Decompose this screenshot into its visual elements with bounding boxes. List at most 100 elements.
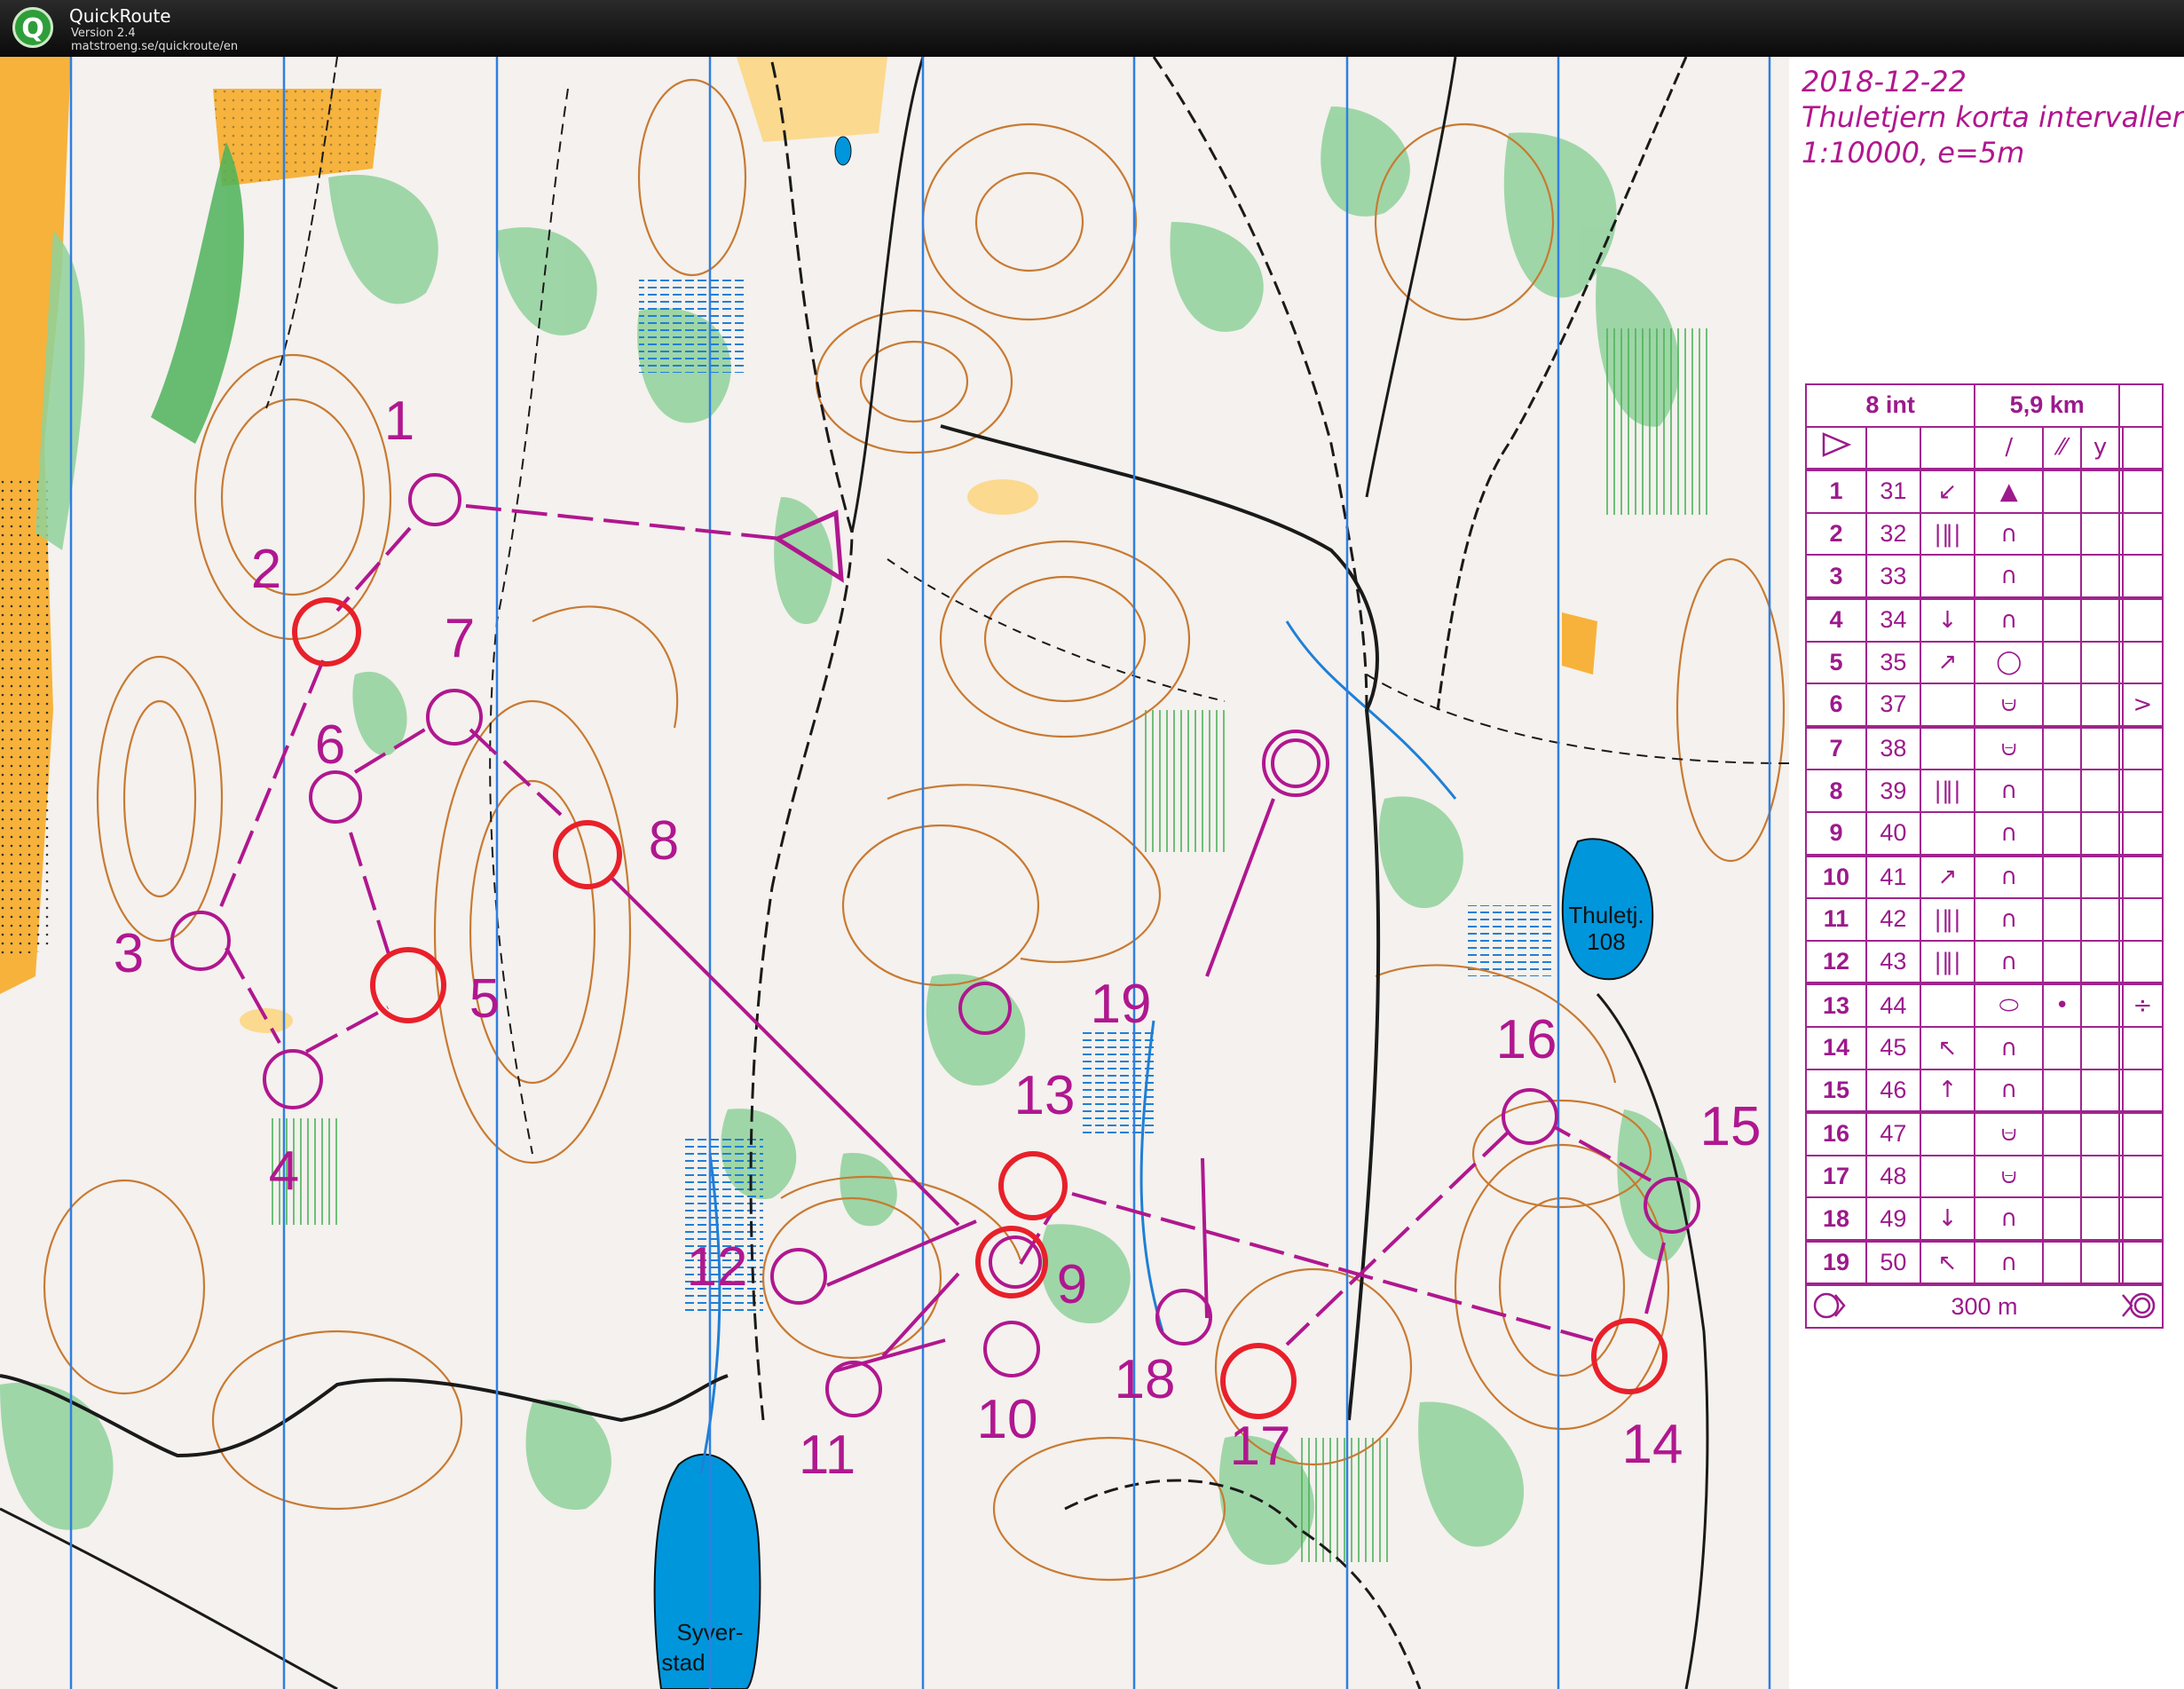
control-number-9: 9: [1057, 1254, 1087, 1315]
control-row: 3 33 ∩: [1804, 554, 2164, 599]
control-number-19: 19: [1091, 974, 1152, 1035]
path-icon: /: [1974, 425, 2045, 471]
control-code: 38: [1865, 724, 1921, 771]
map-background: [0, 57, 1789, 1689]
orienteering-map[interactable]: Thuletj. 108 Syver- stad 1 2 3 4 5 6 7 8…: [0, 57, 1789, 1689]
control-number-16: 16: [1496, 1009, 1557, 1070]
control-row: 9 40 ∩: [1804, 810, 2164, 856]
control-num: 9: [1804, 810, 1868, 856]
appearance-symbol: [2042, 1238, 2083, 1286]
control-number-11: 11: [799, 1425, 855, 1486]
location-symbol: [2121, 1238, 2164, 1286]
location-symbol: [2121, 769, 2164, 813]
control-num: 11: [1804, 897, 1868, 942]
appearance-symbol: •: [2042, 982, 2083, 1028]
location-symbol: [2121, 810, 2164, 856]
location-symbol: [2121, 1110, 2164, 1156]
control-number-18: 18: [1115, 1349, 1176, 1410]
appearance-symbol: [2042, 554, 2083, 599]
control-row: 8 39 |‖| ∩: [1804, 769, 2164, 813]
control-code: 49: [1865, 1196, 1921, 1242]
control-rows: 1 31 ↙ ▲ 2 32 |‖| ∩ 3 33 ∩ 4 34 ↓ ∩ 5 35 ↗ ◯ 6 37 ⩁ >7 38 ⩁ 8 39 |‖…: [1804, 468, 2164, 1286]
which-feature-symbol: ↙: [1919, 468, 1976, 514]
control-num: 18: [1804, 1196, 1868, 1242]
control-code: 33: [1865, 554, 1921, 599]
which-feature-symbol: [1919, 810, 1976, 856]
course-name: 8 int: [1804, 383, 1976, 428]
control-num: 7: [1804, 724, 1868, 771]
feature-symbol: ∩: [1974, 769, 2045, 813]
map-header: 2018-12-22 Thuletjern korta intervaller …: [1802, 64, 2184, 170]
control-num: 14: [1804, 1025, 1868, 1070]
which-feature-symbol: ↗: [1919, 640, 1976, 685]
feature-symbol: ∩: [1974, 1196, 2045, 1242]
control-code: 34: [1865, 596, 1921, 643]
control-number-5: 5: [469, 968, 500, 1030]
control-row: 2 32 |‖| ∩: [1804, 511, 2164, 556]
location-symbol: ÷: [2121, 982, 2164, 1028]
control-number-2: 2: [251, 539, 281, 600]
feature-symbol: ∩: [1974, 810, 2045, 856]
appearance-symbol: [2042, 724, 2083, 771]
control-number-7: 7: [445, 608, 475, 669]
control-number-4: 4: [269, 1140, 299, 1202]
control-number-6: 6: [315, 714, 345, 776]
control-code: 39: [1865, 769, 1921, 813]
appearance-symbol: [2042, 1110, 2083, 1156]
which-feature-symbol: ↖: [1919, 1238, 1976, 1286]
control-row: 16 47 ⩁: [1804, 1110, 2164, 1156]
control-description-sheet: 8 int 5,9 km / ⁄⁄ y 1 31 ↙ ▲ 2 32 |‖| ∩ 3 33 ∩ 4 34 ↓…: [1804, 383, 2164, 1330]
finish-end-icon: [2117, 1290, 2156, 1328]
control-row: 13 44 ⬭ • ÷: [1804, 982, 2164, 1028]
control-num: 16: [1804, 1110, 1868, 1156]
finish-start-icon: [1812, 1290, 1851, 1328]
location-symbol: [2121, 468, 2164, 514]
title-bar: Q QuickRoute Version 2.4 matstroeng.se/q…: [0, 0, 2184, 57]
control-code: 40: [1865, 810, 1921, 856]
feature-symbol: ∩: [1974, 511, 2045, 556]
control-code: 50: [1865, 1238, 1921, 1286]
control-code: 41: [1865, 853, 1921, 900]
control-number-13: 13: [1014, 1065, 1076, 1126]
control-num: 3: [1804, 554, 1868, 599]
control-number-3: 3: [114, 923, 144, 984]
control-row: 1 31 ↙ ▲: [1804, 468, 2164, 514]
control-num: 5: [1804, 640, 1868, 685]
feature-symbol: ◯: [1974, 640, 2045, 685]
control-code: 47: [1865, 1110, 1921, 1156]
control-row: 19 50 ↖ ∩: [1804, 1238, 2164, 1286]
location-symbol: [2121, 596, 2164, 643]
control-number-15: 15: [1700, 1096, 1762, 1157]
control-num: 6: [1804, 683, 1868, 728]
appearance-symbol: [2042, 596, 2083, 643]
control-row: 15 46 ↑ ∩: [1804, 1068, 2164, 1114]
feature-symbol: ∩: [1974, 939, 2045, 985]
which-feature-symbol: [1919, 1110, 1976, 1156]
which-feature-symbol: ↖: [1919, 1025, 1976, 1070]
control-number-17: 17: [1230, 1416, 1291, 1477]
control-num: 15: [1804, 1068, 1868, 1114]
map-scale: 1:10000, e=5m: [1802, 136, 2025, 170]
control-code: 32: [1865, 511, 1921, 556]
control-row: 17 48 ⩁: [1804, 1154, 2164, 1199]
finish-distance: 300 m: [1951, 1292, 2018, 1320]
event-date: 2018-12-22: [1802, 65, 1967, 99]
which-feature-symbol: ↓: [1919, 1196, 1976, 1242]
control-num: 10: [1804, 853, 1868, 900]
location-symbol: >: [2121, 683, 2164, 728]
quickroute-logo-icon: Q: [12, 7, 53, 48]
app-title: QuickRoute: [69, 5, 171, 27]
location-symbol: [2121, 1196, 2164, 1242]
location-symbol: [2121, 939, 2164, 985]
location-symbol: [2121, 640, 2164, 685]
location-symbol: [2121, 554, 2164, 599]
control-code: 35: [1865, 640, 1921, 685]
control-number-12: 12: [687, 1236, 748, 1298]
appearance-symbol: [2042, 939, 2083, 985]
feature-symbol: ∩: [1974, 1025, 2045, 1070]
location-symbol: [2121, 1025, 2164, 1070]
location-symbol: [2121, 511, 2164, 556]
feature-symbol: ∩: [1974, 596, 2045, 643]
control-code: 42: [1865, 897, 1921, 942]
appearance-symbol: [2042, 810, 2083, 856]
